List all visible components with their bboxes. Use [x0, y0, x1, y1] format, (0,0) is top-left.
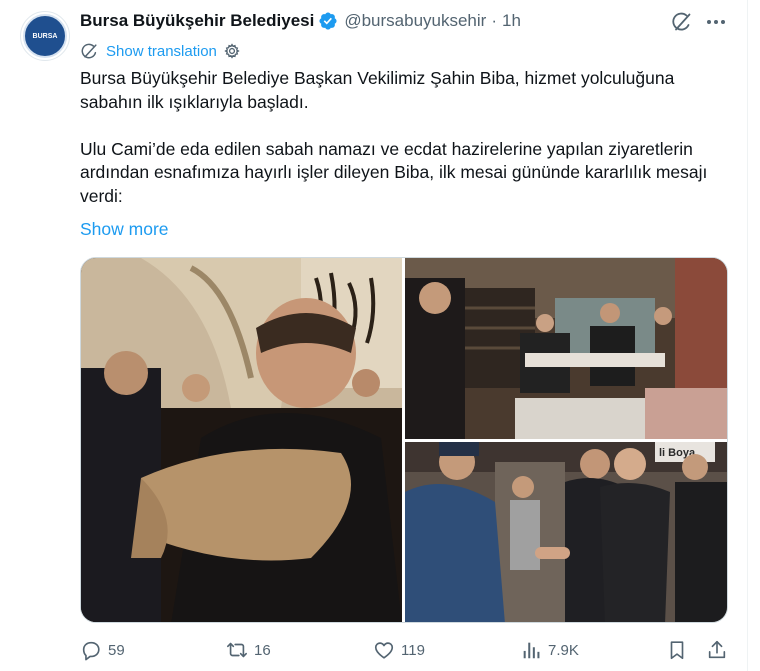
- photo-street-greeting[interactable]: li Boya: [405, 442, 727, 622]
- grok-icon[interactable]: [670, 10, 694, 34]
- bookmark-icon: [670, 641, 684, 660]
- views-icon: [523, 642, 540, 659]
- bookmark-button[interactable]: [666, 638, 688, 662]
- views-button[interactable]: 7.9K: [520, 638, 579, 662]
- share-button[interactable]: [706, 638, 728, 662]
- photo-mosque-embrace[interactable]: [81, 258, 402, 622]
- show-more-link[interactable]: Show more: [80, 219, 169, 240]
- repost-icon: [227, 642, 247, 658]
- avatar-logo-text: BURSA: [32, 32, 58, 40]
- tweet-text: Bursa Büyükşehir Belediye Başkan Vekilim…: [80, 67, 730, 208]
- show-translation-link[interactable]: Show translation: [106, 43, 217, 60]
- like-button[interactable]: 119: [373, 638, 425, 662]
- share-icon: [708, 640, 726, 659]
- translate-globe-icon: [81, 43, 97, 59]
- reply-count: 59: [108, 641, 125, 659]
- settings-gear-icon[interactable]: [223, 42, 241, 60]
- avatar[interactable]: BURSA: [20, 11, 70, 61]
- reply-button[interactable]: 59: [80, 638, 125, 662]
- views-count: 7.9K: [548, 641, 579, 659]
- timestamp[interactable]: 1h: [502, 11, 521, 31]
- avatar-logo: BURSA: [23, 14, 67, 58]
- verified-badge-icon[interactable]: [318, 11, 338, 31]
- tweet-paragraph-1: Bursa Büyükşehir Belediye Başkan Vekilim…: [80, 68, 675, 112]
- translate-row: Show translation: [80, 41, 241, 61]
- timeline-border: [747, 0, 748, 671]
- media-grid: li Boya: [80, 257, 728, 623]
- like-icon: [374, 642, 394, 659]
- like-count: 119: [401, 641, 425, 659]
- action-bar: 59 16 119 7.9K: [80, 638, 730, 662]
- repost-count: 16: [254, 641, 271, 659]
- header-separator: ·: [491, 11, 497, 30]
- photo-bakery-interior[interactable]: [405, 258, 727, 439]
- repost-button[interactable]: 16: [226, 638, 271, 662]
- author-name[interactable]: Bursa Büyükşehir Belediyesi: [80, 11, 314, 31]
- author-handle[interactable]: @bursabuyuksehir: [344, 11, 486, 31]
- more-icon[interactable]: [704, 10, 728, 34]
- tweet-header: Bursa Büyükşehir Belediyesi @bursabuyuks…: [80, 9, 521, 33]
- reply-icon: [82, 641, 100, 661]
- tweet-paragraph-2: Ulu Cami’de eda edilen sabah namazı ve e…: [80, 138, 708, 206]
